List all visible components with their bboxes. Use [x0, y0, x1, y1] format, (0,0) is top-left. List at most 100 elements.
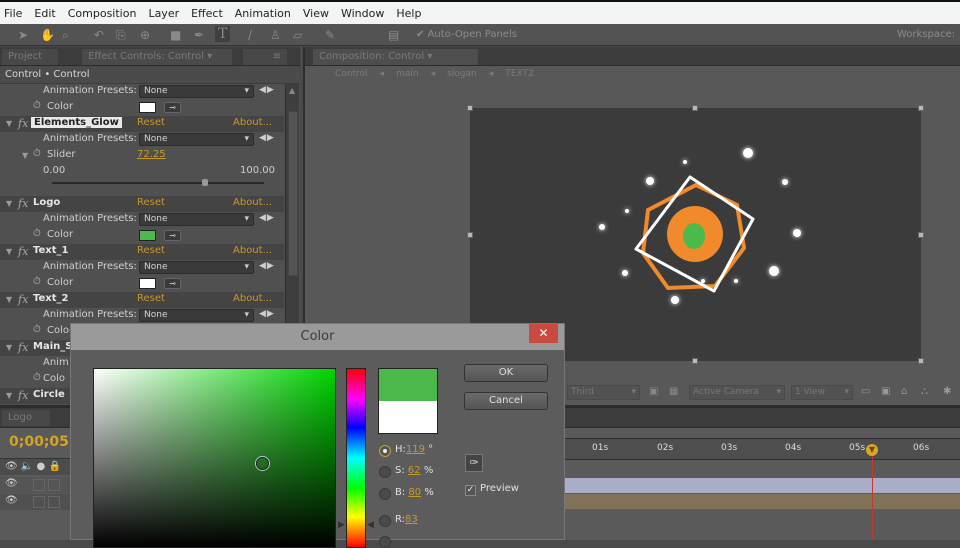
eyedropper-icon[interactable]: ✑ [465, 454, 483, 472]
fx-icon[interactable]: fx [18, 341, 28, 354]
tab-effect-controls[interactable]: Effect Controls: Control ▾ [82, 49, 232, 65]
hue-slider-left-arrow-icon[interactable]: ▶ [338, 520, 345, 530]
menu-help[interactable]: Help [396, 7, 421, 20]
eye-icon[interactable]: 👁 [5, 495, 18, 506]
hue-radio[interactable] [379, 445, 391, 457]
animation-presets-dropdown[interactable]: None [139, 213, 254, 226]
effect-name[interactable]: Main_S [33, 341, 72, 352]
reset-link[interactable]: Reset [137, 245, 165, 256]
layer-duration-bar[interactable] [565, 478, 960, 493]
saturation-value[interactable]: 62 [408, 465, 421, 476]
effect-name[interactable]: Circle [33, 389, 65, 400]
stopwatch-icon[interactable]: ⏱ [33, 276, 41, 287]
stopwatch-icon[interactable]: ⏱ [33, 324, 41, 335]
color-swatch[interactable] [139, 102, 156, 113]
fx-icon[interactable]: fx [18, 293, 28, 306]
time-ruler[interactable] [565, 438, 960, 460]
menu-view[interactable]: View [303, 7, 329, 20]
toggle-pixel-aspect-icon[interactable]: ▭ [861, 386, 870, 397]
dialog-titlebar[interactable]: Color ✕ [71, 324, 564, 350]
hue-value[interactable]: 119 [406, 444, 425, 455]
transform-handle[interactable] [467, 105, 473, 111]
about-link[interactable]: About... [233, 197, 272, 208]
fx-icon[interactable]: fx [18, 117, 28, 130]
fx-icon[interactable]: fx [18, 389, 28, 402]
expand-triangle-icon[interactable]: ▼ [6, 391, 12, 400]
tab-project[interactable]: Project [2, 49, 58, 65]
transform-handle[interactable] [692, 105, 698, 111]
stopwatch-icon[interactable]: ⏱ [33, 372, 41, 383]
color-swatch[interactable] [139, 278, 156, 289]
camera-tool-icon[interactable]: ⎘ [116, 28, 126, 43]
preset-nav-arrows-icon[interactable]: ◀▶ [259, 213, 275, 223]
preset-nav-arrows-icon[interactable]: ◀▶ [259, 261, 275, 271]
layer-switch[interactable] [33, 496, 45, 508]
fx-icon[interactable]: fx [18, 197, 28, 210]
red-radio[interactable] [379, 515, 391, 527]
expand-triangle-icon[interactable]: ▼ [6, 247, 12, 256]
pan-behind-tool-icon[interactable]: ⊕ [140, 28, 150, 42]
eye-icon[interactable]: 👁 [5, 461, 18, 472]
green-radio[interactable] [379, 536, 391, 548]
region-of-interest-icon[interactable]: ▣ [649, 386, 658, 397]
menu-composition[interactable]: Composition [68, 7, 137, 20]
ok-button[interactable]: OK [464, 364, 548, 382]
close-button[interactable]: ✕ [529, 324, 558, 343]
stopwatch-icon[interactable]: ⏱ [33, 148, 41, 159]
lock-icon[interactable]: 🔒 [48, 461, 60, 472]
timeline-icon[interactable]: ⌂ [901, 386, 907, 397]
slider-value[interactable]: 72.25 [137, 149, 166, 160]
layer-switch[interactable] [48, 479, 60, 491]
tab-logo[interactable]: Logo [2, 410, 50, 426]
expand-triangle-icon[interactable]: ▼ [22, 151, 28, 160]
reset-link[interactable]: Reset [137, 197, 165, 208]
menu-layer[interactable]: Layer [148, 7, 179, 20]
eyedropper-icon[interactable]: ⊸ [164, 278, 181, 289]
hue-slider-right-arrow-icon[interactable]: ◀ [367, 520, 374, 530]
zoom-tool-icon[interactable]: ⌕ [62, 28, 69, 43]
rotate-tool-icon[interactable]: ↶ [94, 28, 104, 42]
preview-checkbox[interactable]: ✓ [465, 485, 476, 496]
layer-switch[interactable] [48, 496, 60, 508]
stopwatch-icon[interactable]: ⏱ [33, 228, 41, 239]
slider-track[interactable] [52, 182, 264, 184]
reset-link[interactable]: Reset [137, 117, 165, 128]
preset-nav-arrows-icon[interactable]: ◀▶ [259, 85, 275, 95]
breadcrumb-text2[interactable]: TEXT2 [505, 69, 533, 79]
hand-tool-icon[interactable]: ✋ [40, 28, 55, 42]
transform-handle[interactable] [918, 232, 924, 238]
slider-knob[interactable] [202, 179, 209, 186]
effect-name[interactable]: Text_2 [33, 293, 68, 304]
eye-icon[interactable]: 👁 [5, 478, 18, 489]
chevron-down-icon[interactable]: ▾ [207, 51, 212, 62]
breadcrumb-control[interactable]: Control [335, 69, 368, 79]
fast-previews-icon[interactable]: ▣ [881, 386, 890, 397]
clone-stamp-tool-icon[interactable]: ♙ [270, 28, 281, 42]
preset-nav-arrows-icon[interactable]: ◀▶ [259, 309, 275, 319]
panel-icon[interactable]: ▤ [388, 28, 399, 42]
rectangle-tool-icon[interactable]: ■ [170, 28, 181, 42]
puppet-tool-icon[interactable]: ✎ [325, 28, 335, 42]
animation-presets-dropdown[interactable]: None [139, 85, 254, 98]
auto-open-panels-checkbox[interactable]: ✔ Auto-Open Panels [416, 29, 517, 40]
flowchart-icon[interactable]: ⛬ [921, 386, 928, 397]
scroll-up-icon[interactable]: ▲ [289, 86, 295, 95]
original-color-swatch[interactable] [378, 401, 438, 434]
animation-presets-dropdown[interactable]: None [139, 133, 254, 146]
views-dropdown[interactable]: 1 View ▾ [791, 385, 853, 400]
eraser-tool-icon[interactable]: ▱ [293, 28, 302, 42]
red-value[interactable]: 83 [405, 514, 418, 525]
expand-triangle-icon[interactable]: ▼ [6, 119, 12, 128]
breadcrumb-slogan[interactable]: slogan [447, 69, 477, 79]
color-swatch[interactable] [139, 230, 156, 241]
animation-presets-dropdown[interactable]: None [139, 309, 254, 322]
saturation-radio[interactable] [379, 466, 391, 478]
fx-icon[interactable]: fx [18, 245, 28, 258]
hue-slider[interactable] [346, 368, 366, 548]
panel-menu-icon[interactable]: ≡ [243, 49, 287, 65]
preset-nav-arrows-icon[interactable]: ◀▶ [259, 133, 275, 143]
menu-window[interactable]: Window [341, 7, 384, 20]
menu-file[interactable]: File [4, 7, 22, 20]
playhead-handle[interactable]: ▼ [866, 444, 878, 456]
menu-animation[interactable]: Animation [235, 7, 291, 20]
